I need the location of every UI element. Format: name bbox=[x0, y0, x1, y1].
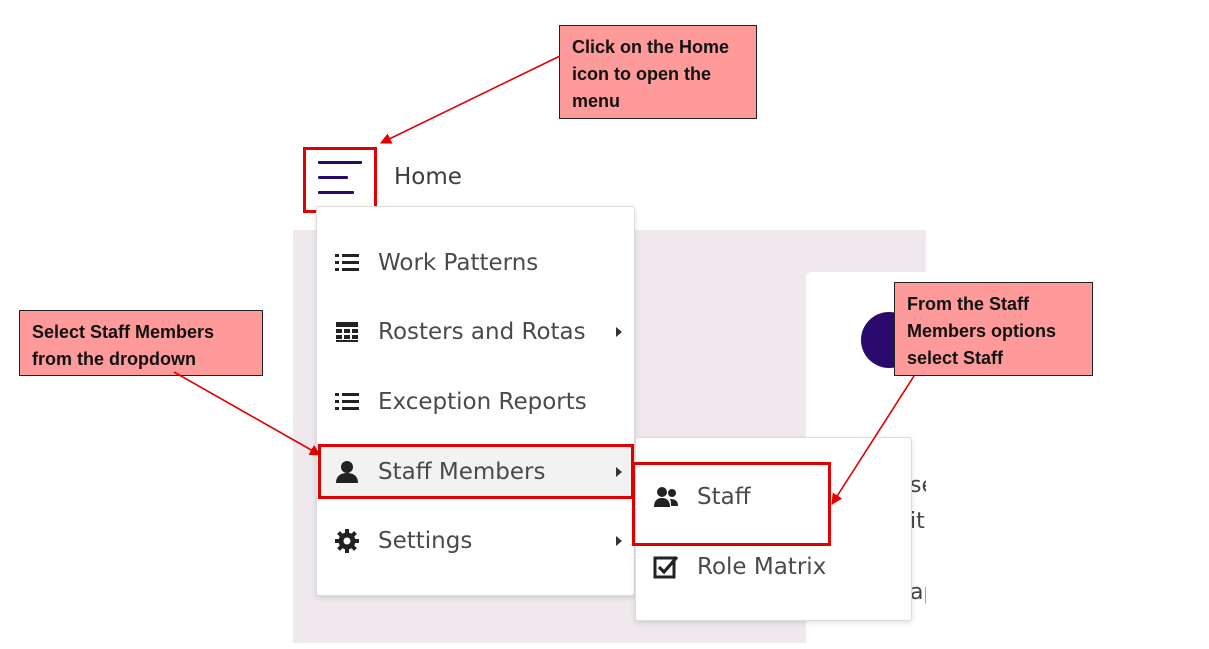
card-text-fragment: se bbox=[910, 473, 926, 498]
page-title: Home bbox=[394, 164, 462, 190]
menu-item-work-patterns[interactable]: Work Patterns bbox=[317, 236, 634, 290]
submenu-item-role-matrix[interactable]: Role Matrix bbox=[636, 539, 911, 595]
menu-item-exception-reports[interactable]: Exception Reports bbox=[317, 375, 634, 429]
card-text-fragment: it bbox=[910, 509, 925, 534]
user-icon bbox=[336, 461, 358, 483]
calendar-icon bbox=[336, 322, 358, 342]
menu-item-label: Settings bbox=[378, 528, 473, 554]
submenu-item-label: Staff bbox=[697, 484, 751, 510]
checkbox-icon bbox=[653, 555, 679, 579]
users-icon bbox=[654, 487, 678, 507]
menu-item-label: Staff Members bbox=[378, 459, 546, 485]
menu-item-settings[interactable]: Settings bbox=[317, 514, 634, 568]
chevron-right-icon bbox=[616, 467, 622, 477]
gear-icon bbox=[335, 529, 359, 553]
menu-item-label: Rosters and Rotas bbox=[378, 319, 586, 345]
callout-staff: From the Staff Members options select St… bbox=[894, 282, 1093, 376]
menu-item-label: Exception Reports bbox=[378, 389, 587, 415]
callout-home: Click on the Home icon to open the menu bbox=[559, 25, 757, 119]
chevron-right-icon bbox=[616, 536, 622, 546]
menu-item-staff-members[interactable]: Staff Members bbox=[317, 445, 634, 499]
staff-members-submenu: Staff Role Matrix bbox=[635, 437, 912, 621]
list-icon bbox=[335, 393, 359, 410]
main-dropdown-menu: Work Patterns Rosters and Rotas Exceptio… bbox=[316, 206, 635, 596]
menu-item-rosters-and-rotas[interactable]: Rosters and Rotas bbox=[317, 305, 634, 359]
callout-staff-members: Select Staff Members from the dropdown bbox=[19, 310, 263, 376]
submenu-item-label: Role Matrix bbox=[697, 554, 827, 580]
chevron-right-icon bbox=[616, 327, 622, 337]
menu-item-label: Work Patterns bbox=[378, 250, 539, 276]
list-icon bbox=[335, 254, 359, 271]
arrow-to-home bbox=[379, 55, 561, 144]
card-text-fragment: ap bbox=[910, 580, 926, 605]
hamburger-menu-button[interactable] bbox=[303, 147, 377, 213]
submenu-item-staff[interactable]: Staff bbox=[636, 469, 911, 525]
